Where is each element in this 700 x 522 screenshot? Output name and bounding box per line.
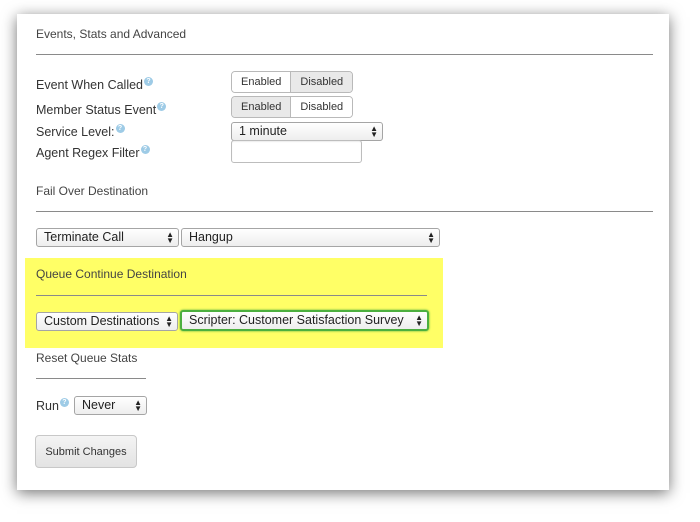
help-icon[interactable]: ? <box>115 124 125 133</box>
help-icon[interactable]: ? <box>144 77 154 86</box>
queue-continue-target-select[interactable]: Scripter: Customer Satisfaction Survey ▲… <box>180 310 429 331</box>
failover-target-select[interactable]: Hangup ▲ ▼ <box>181 228 440 247</box>
run-label: Run? <box>36 398 69 413</box>
service-level-label: Service Level:? <box>36 124 125 139</box>
divider <box>36 211 653 212</box>
section-title-queue-continue: Queue Continue Destination <box>36 267 187 281</box>
section-title-failover: Fail Over Destination <box>36 184 149 198</box>
queue-continue-type-select[interactable]: Custom Destinations ▲ ▼ <box>36 312 178 331</box>
agent-regex-filter-text: Agent Regex Filter <box>36 146 140 160</box>
service-level-text: Service Level: <box>36 125 115 139</box>
disabled-option[interactable]: Disabled <box>291 72 353 92</box>
disabled-option[interactable]: Disabled <box>291 97 353 117</box>
agent-regex-filter-input[interactable] <box>231 140 362 163</box>
divider <box>36 54 653 55</box>
chevron-down-icon: ▼ <box>370 130 378 139</box>
enabled-option[interactable]: Enabled <box>232 97 292 117</box>
section-title-reset: Reset Queue Stats <box>36 351 138 365</box>
submit-changes-button[interactable]: Submit Changes <box>35 435 137 468</box>
chevron-down-icon: ▼ <box>166 236 174 245</box>
queue-continue-target-value: Scripter: Customer Satisfaction Survey <box>189 313 404 327</box>
agent-regex-filter-label: Agent Regex Filter? <box>36 145 150 160</box>
chevron-down-icon: ▼ <box>165 320 173 329</box>
chevron-down-icon: ▼ <box>134 404 142 413</box>
chevron-down-icon: ▼ <box>427 236 435 245</box>
member-status-event-toggle[interactable]: Enabled Disabled <box>231 96 354 118</box>
queue-continue-type-value: Custom Destinations <box>44 314 160 328</box>
divider <box>36 378 146 379</box>
help-icon[interactable]: ? <box>140 145 150 154</box>
section-title-events: Events, Stats and Advanced <box>36 27 187 41</box>
member-status-event-label: Member Status Event? <box>36 102 167 117</box>
run-select[interactable]: Never ▲ ▼ <box>74 396 147 415</box>
failover-type-select[interactable]: Terminate Call ▲ ▼ <box>36 228 179 247</box>
help-icon[interactable]: ? <box>157 102 167 111</box>
failover-type-value: Terminate Call <box>44 230 124 244</box>
event-when-called-toggle[interactable]: Enabled Disabled <box>231 71 354 93</box>
service-level-value: 1 minute <box>239 124 287 138</box>
chevron-down-icon: ▼ <box>415 319 423 328</box>
settings-panel: Events, Stats and Advanced Event When Ca… <box>17 14 669 490</box>
enabled-option[interactable]: Enabled <box>232 72 292 92</box>
member-status-event-text: Member Status Event <box>36 103 157 117</box>
run-text: Run <box>36 399 59 413</box>
help-icon[interactable]: ? <box>59 398 69 407</box>
event-when-called-label: Event When Called? <box>36 77 154 92</box>
event-when-called-text: Event When Called <box>36 78 144 92</box>
failover-target-value: Hangup <box>189 230 233 244</box>
service-level-select[interactable]: 1 minute ▲ ▼ <box>231 122 383 141</box>
run-value: Never <box>82 398 116 412</box>
divider <box>36 295 427 296</box>
